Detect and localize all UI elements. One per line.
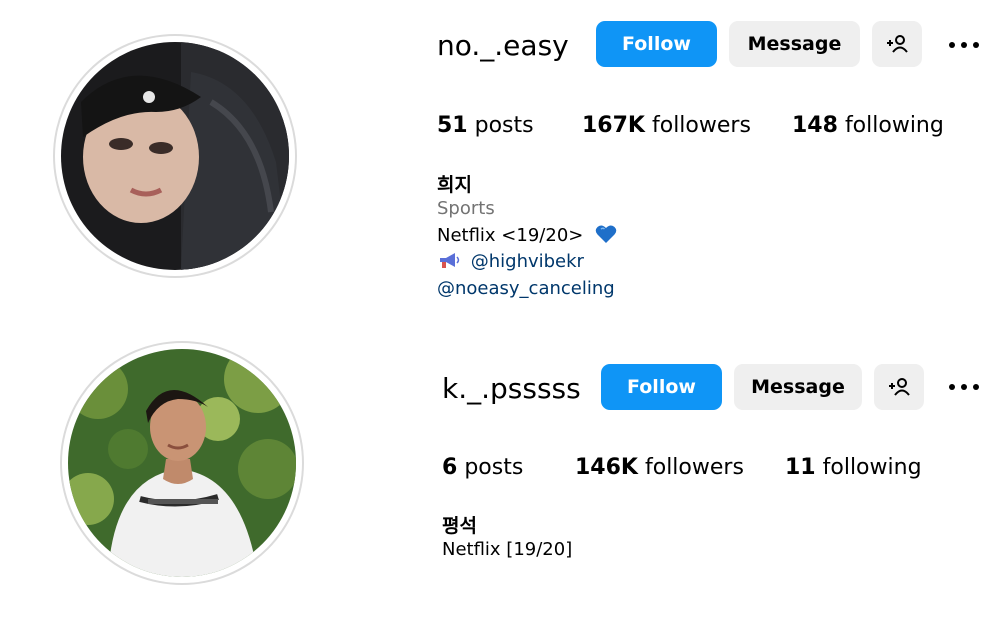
- username: k._.psssss: [442, 372, 581, 405]
- bio-text: Netflix [19/20]: [442, 539, 573, 560]
- avatar[interactable]: [68, 349, 296, 577]
- posts-count: 6: [442, 455, 458, 480]
- suggest-user-button[interactable]: [874, 364, 924, 410]
- following-stat[interactable]: 11 following: [785, 455, 922, 480]
- message-button[interactable]: Message: [734, 364, 862, 410]
- more-dots-icon: [949, 384, 979, 390]
- avatar-photo: [68, 349, 296, 577]
- more-options-button[interactable]: [946, 369, 982, 405]
- posts-label: posts: [464, 455, 524, 480]
- followers-count: 146K: [575, 455, 638, 480]
- avatar-ring[interactable]: [62, 343, 302, 583]
- person-plus-icon: [889, 378, 910, 396]
- full-name: 평석: [442, 515, 477, 537]
- followers-label: followers: [644, 455, 744, 480]
- profile-card-2: k._.psssss Follow Message 6 posts 146K f…: [0, 0, 1000, 640]
- posts-stat: 6 posts: [442, 455, 523, 480]
- following-label: following: [822, 455, 922, 480]
- follow-button[interactable]: Follow: [601, 364, 722, 410]
- following-count: 11: [785, 455, 816, 480]
- followers-stat[interactable]: 146K followers: [575, 455, 744, 480]
